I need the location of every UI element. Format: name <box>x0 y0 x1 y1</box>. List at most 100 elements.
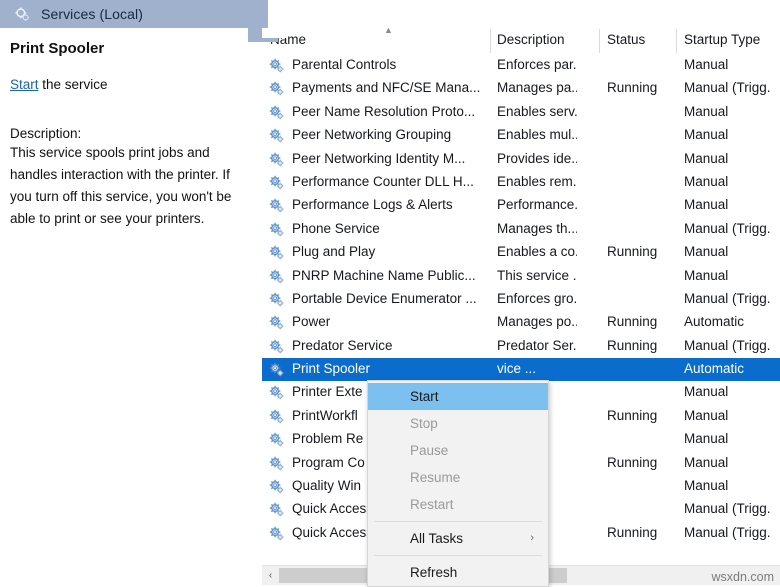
header-white-area <box>262 0 780 28</box>
service-startup-cell: Automatic <box>684 361 745 377</box>
service-gear-icon <box>269 385 285 401</box>
service-startup-cell: Manual <box>684 127 729 143</box>
column-header-row: ▲ Name Description Status Startup Type <box>262 28 780 54</box>
service-status-cell: Running <box>607 337 658 353</box>
service-startup-cell: Manual (Trigg. <box>684 501 771 517</box>
action-suffix-text: the service <box>38 77 108 92</box>
service-gear-icon <box>269 245 285 261</box>
sort-ascending-icon: ▲ <box>384 28 393 35</box>
service-status-cell: Running <box>607 314 658 330</box>
service-gear-icon <box>269 339 285 355</box>
service-startup-cell: Manual (Trigg. <box>684 80 771 96</box>
service-status-cell: Running <box>607 454 658 470</box>
menu-item-pause: Pause <box>368 437 548 464</box>
table-row[interactable]: Phone Service Manages th... Manual (Trigg. <box>262 218 780 241</box>
service-gear-icon <box>269 432 285 448</box>
service-gear-icon <box>269 175 285 191</box>
service-name-cell: Portable Device Enumerator ... <box>292 290 477 306</box>
menu-item-label: Start <box>410 389 439 404</box>
service-gear-icon <box>269 222 285 238</box>
table-row[interactable]: Performance Logs & Alerts Performance... M… <box>262 194 780 217</box>
start-service-link[interactable]: Start <box>10 77 39 92</box>
service-name-cell: Power <box>292 314 331 330</box>
service-name-cell: Print Spooler <box>292 361 371 377</box>
service-description-cell: Manages pa... <box>497 80 577 96</box>
service-startup-cell: Manual <box>684 431 729 447</box>
service-action-line: Start the service <box>10 77 250 92</box>
table-row[interactable]: Payments and NFC/SE Mana... Manages pa...… <box>262 77 780 100</box>
table-row[interactable]: Peer Name Resolution Proto... Enables ser… <box>262 101 780 124</box>
service-description-cell: Manages po... <box>497 314 577 330</box>
service-name-cell: Predator Service <box>292 337 393 353</box>
service-startup-cell: Manual <box>684 267 729 283</box>
table-row[interactable]: Print Spooler vice ... Automatic <box>262 358 780 382</box>
service-startup-cell: Manual <box>684 197 729 213</box>
services-local-tab[interactable]: Services (Local) <box>0 0 268 28</box>
service-description-cell: Enforces gro... <box>497 290 577 306</box>
service-description-cell: Enables mul... <box>497 127 577 143</box>
service-gear-icon <box>269 315 285 331</box>
service-gear-icon <box>269 198 285 214</box>
menu-divider <box>374 521 542 522</box>
table-row[interactable]: Peer Networking Identity M... Provides id… <box>262 148 780 171</box>
table-row[interactable]: Portable Device Enumerator ... Enforces g… <box>262 288 780 311</box>
menu-divider <box>374 555 542 556</box>
service-startup-cell: Manual (Trigg. <box>684 290 771 306</box>
menu-item-all-tasks[interactable]: All Tasks › <box>368 525 548 552</box>
column-divider-3[interactable] <box>676 29 677 53</box>
column-divider-2[interactable] <box>599 29 600 53</box>
column-header-status[interactable]: Status <box>607 32 645 47</box>
column-header-startup[interactable]: Startup Type <box>684 32 760 47</box>
table-row[interactable]: Performance Counter DLL H... Enables rem.… <box>262 171 780 194</box>
service-name-cell: Phone Service <box>292 220 380 236</box>
service-description-cell: vice ... <box>497 361 537 377</box>
service-name-cell: Plug and Play <box>292 244 376 260</box>
service-gear-icon <box>269 526 285 542</box>
service-name-cell: PNRP Machine Name Public... <box>292 267 476 283</box>
description-body: This service spools print jobs and handl… <box>10 145 232 226</box>
service-startup-cell: Manual <box>684 407 729 423</box>
service-gear-icon <box>269 269 285 285</box>
menu-item-refresh[interactable]: Refresh <box>368 559 548 586</box>
scroll-left-arrow-icon[interactable]: ‹ <box>262 566 279 585</box>
service-startup-cell: Manual <box>684 384 729 400</box>
service-context-menu: Start Stop Pause Resume Restart All Tasks › Ref… <box>367 380 549 587</box>
menu-item-label: Resume <box>410 470 461 485</box>
service-description-cell: Enforces par... <box>497 57 577 72</box>
service-name-cell: Performance Logs & Alerts <box>292 197 453 213</box>
service-startup-cell: Automatic <box>684 314 745 330</box>
menu-item-label: Refresh <box>410 565 458 580</box>
table-row[interactable]: Power Manages po... Running Automatic <box>262 311 780 334</box>
service-gear-icon <box>269 502 285 518</box>
column-divider-1[interactable] <box>490 29 491 53</box>
service-status-cell: Running <box>607 524 658 540</box>
table-row[interactable]: Predator Service Predator Ser... Running Ma… <box>262 335 780 358</box>
service-startup-cell: Manual (Trigg. <box>684 220 771 236</box>
menu-item-label: Pause <box>410 443 449 458</box>
service-gear-icon <box>269 81 285 97</box>
chevron-right-icon: › <box>530 532 534 544</box>
service-name-cell: Peer Networking Grouping <box>292 127 452 143</box>
menu-item-label: Restart <box>410 497 454 512</box>
service-gear-icon <box>269 58 285 74</box>
service-startup-cell: Manual <box>684 150 729 166</box>
service-name-cell: Performance Counter DLL H... <box>292 173 474 189</box>
service-name-cell: Peer Networking Identity M... <box>292 150 466 166</box>
table-row[interactable]: Parental Controls Enforces par... Manual <box>262 54 780 77</box>
table-row[interactable]: Plug and Play Enables a co... Running Manua… <box>262 241 780 264</box>
window-title: Services (Local) <box>41 6 143 22</box>
description-label: Description: <box>10 126 82 141</box>
table-row[interactable]: Peer Networking Grouping Enables mul... Ma… <box>262 124 780 147</box>
watermark-text: wsxdn.com <box>711 570 774 584</box>
service-name-cell: Parental Controls <box>292 57 397 72</box>
service-startup-cell: Manual <box>684 103 729 119</box>
service-startup-cell: Manual <box>684 57 729 72</box>
service-status-cell: Running <box>607 407 658 423</box>
page-title: Print Spooler <box>10 40 105 57</box>
table-row[interactable]: PNRP Machine Name Public... This service … <box>262 265 780 288</box>
service-description-cell: Enables rem... <box>497 173 577 189</box>
menu-item-start[interactable]: Start <box>368 383 548 410</box>
service-description-cell: Provides ide... <box>497 150 577 166</box>
service-startup-cell: Manual <box>684 173 729 189</box>
column-header-description[interactable]: Description <box>497 32 565 47</box>
